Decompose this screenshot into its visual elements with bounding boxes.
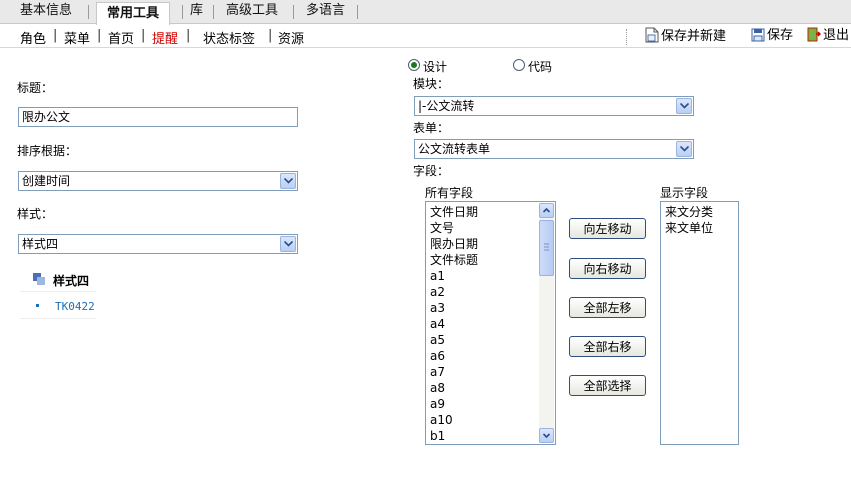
list-item[interactable]: a3: [426, 300, 555, 316]
list-item[interactable]: 文号: [426, 220, 555, 236]
form-select[interactable]: 公文流转表单: [414, 139, 694, 159]
sub-link-resources[interactable]: 资源: [278, 28, 304, 47]
list-item[interactable]: a10: [426, 412, 555, 428]
title-label: 标题：: [17, 81, 54, 95]
save-label: 保存: [767, 28, 794, 43]
move-right-button[interactable]: 向右移动: [569, 258, 646, 279]
list-item[interactable]: a1: [426, 268, 555, 284]
list-item[interactable]: 文件标题: [426, 252, 555, 268]
save-and-new-label: 保存并新建: [661, 29, 727, 44]
tab-separator: [213, 5, 214, 19]
list-item[interactable]: a6: [426, 348, 555, 364]
sort-select[interactable]: 创建时间: [18, 171, 298, 191]
save-button[interactable]: 保存: [751, 27, 793, 45]
chevron-down-icon[interactable]: [280, 173, 296, 189]
sub-nav-bar: 角色 | 菜单 | 首页 | 提醒 | 状态标签 | 资源 保存并新建 保存 退…: [0, 25, 851, 48]
module-select-value: |-公文流转: [418, 99, 475, 113]
link-separator: |: [97, 28, 102, 43]
move-left-button[interactable]: 向左移动: [569, 218, 646, 239]
tab-separator: [88, 5, 89, 19]
main-tab-bar: 基本信息 常用工具 库 高级工具 多语言: [0, 0, 851, 25]
preview-list-item[interactable]: TK0422: [55, 300, 95, 313]
move-all-right-button[interactable]: 全部右移: [569, 336, 646, 357]
save-and-new-button[interactable]: 保存并新建: [645, 27, 726, 45]
module-select[interactable]: |-公文流转: [414, 96, 694, 116]
list-item[interactable]: a4: [426, 316, 555, 332]
link-separator: |: [268, 28, 273, 43]
all-fields-scrollbar[interactable]: [539, 203, 554, 443]
move-all-left-button[interactable]: 全部左移: [569, 297, 646, 318]
list-item[interactable]: a8: [426, 380, 555, 396]
form-label: 表单：: [413, 121, 450, 135]
sub-link-status-tags[interactable]: 状态标签: [203, 28, 255, 47]
list-item[interactable]: a7: [426, 364, 555, 380]
tab-basic-info[interactable]: 基本信息: [10, 0, 82, 24]
fields-label: 字段：: [413, 164, 450, 178]
display-fields-list: 来文分类 来文单位: [661, 202, 738, 236]
form-select-value: 公文流转表单: [418, 142, 491, 156]
tab-common-tools[interactable]: 常用工具: [96, 2, 171, 25]
exit-button[interactable]: 退出: [806, 27, 849, 45]
select-all-button[interactable]: 全部选择: [569, 375, 646, 396]
tab-multi-language[interactable]: 多语言: [296, 0, 355, 24]
code-radio-label: 代码: [528, 60, 553, 74]
design-radio-label: 设计: [423, 60, 448, 74]
exit-label: 退出: [823, 28, 850, 43]
all-fields-label: 所有字段: [425, 186, 474, 200]
list-item[interactable]: 文件日期: [426, 204, 555, 220]
tab-separator: [293, 5, 294, 19]
bullet-icon: [36, 304, 39, 307]
scroll-down-icon[interactable]: [539, 428, 554, 443]
style-label: 样式：: [17, 207, 54, 221]
chevron-down-icon[interactable]: [280, 236, 296, 252]
list-item[interactable]: 来文单位: [661, 220, 738, 236]
sub-link-home[interactable]: 首页: [108, 28, 134, 47]
preview-divider: [20, 318, 96, 319]
scroll-up-icon[interactable]: [539, 203, 554, 218]
list-item[interactable]: a9: [426, 396, 555, 412]
chevron-down-icon[interactable]: [676, 141, 692, 157]
preview-title: 样式四: [53, 274, 90, 288]
link-separator: |: [141, 28, 146, 43]
exit-door-icon: [806, 27, 822, 48]
all-fields-listbox[interactable]: 文件日期 文号 限办日期 文件标题 a1 a2 a3 a4 a5 a6 a7 a8 a9 a10 b1: [425, 201, 556, 445]
save-disk-icon: [751, 28, 765, 48]
display-fields-listbox[interactable]: 来文分类 来文单位: [660, 201, 739, 445]
scroll-thumb[interactable]: [539, 220, 554, 276]
link-separator: |: [186, 28, 191, 43]
tab-advanced-tools[interactable]: 高级工具: [216, 0, 288, 24]
tab-library[interactable]: 库: [180, 0, 213, 24]
sub-link-menu[interactable]: 菜单: [64, 28, 90, 47]
new-document-icon: [645, 27, 659, 49]
sub-link-role[interactable]: 角色: [20, 28, 46, 47]
tab-separator: [357, 5, 358, 19]
list-item[interactable]: b1: [426, 428, 555, 444]
style-preview-header: 样式四: [20, 268, 96, 292]
toolbar-divider: [626, 29, 627, 45]
style-select[interactable]: 样式四: [18, 234, 298, 254]
list-item[interactable]: 来文分类: [661, 204, 738, 220]
preview-block-icon: [33, 273, 46, 288]
sort-select-value: 创建时间: [22, 174, 71, 188]
chevron-down-icon[interactable]: [676, 98, 692, 114]
display-fields-label: 显示字段: [660, 186, 709, 200]
style-select-value: 样式四: [22, 237, 59, 251]
design-radio[interactable]: [408, 59, 420, 71]
title-input[interactable]: 限办公文: [18, 107, 298, 127]
list-item[interactable]: 限办日期: [426, 236, 555, 252]
list-item[interactable]: a5: [426, 332, 555, 348]
all-fields-list: 文件日期 文号 限办日期 文件标题 a1 a2 a3 a4 a5 a6 a7 a8 a9 a10 b1: [426, 202, 555, 444]
link-separator: |: [53, 28, 58, 43]
sort-label: 排序根据：: [17, 144, 78, 158]
list-item[interactable]: a2: [426, 284, 555, 300]
module-label: 模块：: [413, 77, 450, 91]
code-radio[interactable]: [513, 59, 525, 71]
sub-link-reminder[interactable]: 提醒: [152, 28, 178, 47]
